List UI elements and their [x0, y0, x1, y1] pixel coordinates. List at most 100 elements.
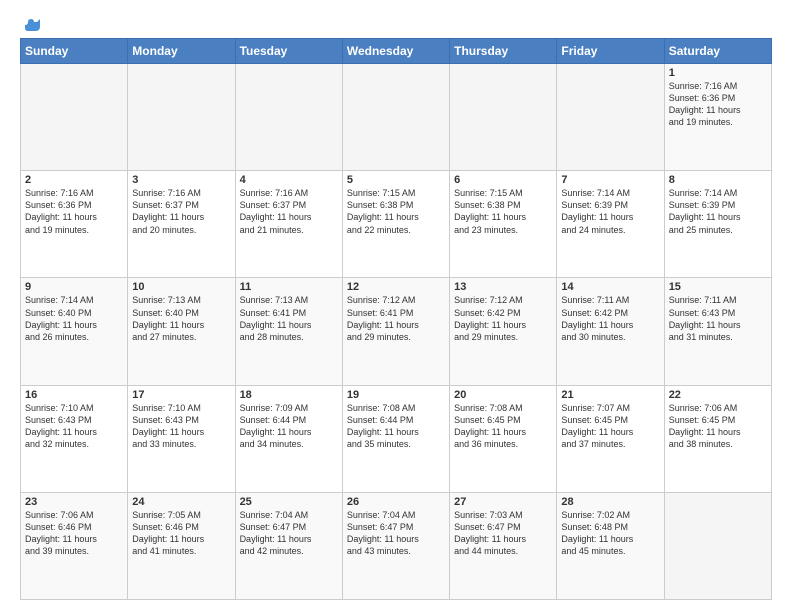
day-number: 12 [347, 281, 445, 293]
day-info: Sunrise: 7:15 AM Sunset: 6:38 PM Dayligh… [347, 187, 445, 236]
day-info: Sunrise: 7:10 AM Sunset: 6:43 PM Dayligh… [25, 402, 123, 451]
calendar-cell: 9Sunrise: 7:14 AM Sunset: 6:40 PM Daylig… [21, 278, 128, 385]
day-info: Sunrise: 7:12 AM Sunset: 6:41 PM Dayligh… [347, 294, 445, 343]
day-info: Sunrise: 7:14 AM Sunset: 6:39 PM Dayligh… [669, 187, 767, 236]
day-info: Sunrise: 7:16 AM Sunset: 6:36 PM Dayligh… [669, 80, 767, 129]
calendar-cell: 4Sunrise: 7:16 AM Sunset: 6:37 PM Daylig… [235, 171, 342, 278]
day-number: 8 [669, 174, 767, 186]
calendar-cell: 11Sunrise: 7:13 AM Sunset: 6:41 PM Dayli… [235, 278, 342, 385]
day-info: Sunrise: 7:04 AM Sunset: 6:47 PM Dayligh… [240, 509, 338, 558]
calendar-cell: 16Sunrise: 7:10 AM Sunset: 6:43 PM Dayli… [21, 385, 128, 492]
calendar-cell [450, 64, 557, 171]
calendar-cell: 24Sunrise: 7:05 AM Sunset: 6:46 PM Dayli… [128, 492, 235, 599]
calendar-cell: 20Sunrise: 7:08 AM Sunset: 6:45 PM Dayli… [450, 385, 557, 492]
day-number: 15 [669, 281, 767, 293]
day-number: 17 [132, 389, 230, 401]
calendar: SundayMondayTuesdayWednesdayThursdayFrid… [20, 38, 772, 600]
calendar-cell: 25Sunrise: 7:04 AM Sunset: 6:47 PM Dayli… [235, 492, 342, 599]
day-number: 11 [240, 281, 338, 293]
day-number: 3 [132, 174, 230, 186]
day-info: Sunrise: 7:07 AM Sunset: 6:45 PM Dayligh… [561, 402, 659, 451]
day-number: 14 [561, 281, 659, 293]
calendar-cell [557, 64, 664, 171]
day-number: 22 [669, 389, 767, 401]
day-number: 19 [347, 389, 445, 401]
day-info: Sunrise: 7:12 AM Sunset: 6:42 PM Dayligh… [454, 294, 552, 343]
day-info: Sunrise: 7:02 AM Sunset: 6:48 PM Dayligh… [561, 509, 659, 558]
calendar-cell: 8Sunrise: 7:14 AM Sunset: 6:39 PM Daylig… [664, 171, 771, 278]
calendar-cell: 28Sunrise: 7:02 AM Sunset: 6:48 PM Dayli… [557, 492, 664, 599]
day-info: Sunrise: 7:14 AM Sunset: 6:39 PM Dayligh… [561, 187, 659, 236]
calendar-cell: 19Sunrise: 7:08 AM Sunset: 6:44 PM Dayli… [342, 385, 449, 492]
day-info: Sunrise: 7:15 AM Sunset: 6:38 PM Dayligh… [454, 187, 552, 236]
weekday-header-tuesday: Tuesday [235, 39, 342, 64]
day-info: Sunrise: 7:06 AM Sunset: 6:46 PM Dayligh… [25, 509, 123, 558]
weekday-header-thursday: Thursday [450, 39, 557, 64]
calendar-cell: 2Sunrise: 7:16 AM Sunset: 6:36 PM Daylig… [21, 171, 128, 278]
day-number: 5 [347, 174, 445, 186]
weekday-header-monday: Monday [128, 39, 235, 64]
calendar-cell: 3Sunrise: 7:16 AM Sunset: 6:37 PM Daylig… [128, 171, 235, 278]
weekday-header-friday: Friday [557, 39, 664, 64]
calendar-cell: 1Sunrise: 7:16 AM Sunset: 6:36 PM Daylig… [664, 64, 771, 171]
day-number: 16 [25, 389, 123, 401]
day-info: Sunrise: 7:16 AM Sunset: 6:36 PM Dayligh… [25, 187, 123, 236]
calendar-cell: 22Sunrise: 7:06 AM Sunset: 6:45 PM Dayli… [664, 385, 771, 492]
day-number: 6 [454, 174, 552, 186]
day-number: 21 [561, 389, 659, 401]
calendar-cell: 21Sunrise: 7:07 AM Sunset: 6:45 PM Dayli… [557, 385, 664, 492]
calendar-cell: 7Sunrise: 7:14 AM Sunset: 6:39 PM Daylig… [557, 171, 664, 278]
calendar-cell: 27Sunrise: 7:03 AM Sunset: 6:47 PM Dayli… [450, 492, 557, 599]
weekday-header-sunday: Sunday [21, 39, 128, 64]
day-number: 26 [347, 496, 445, 508]
page: SundayMondayTuesdayWednesdayThursdayFrid… [0, 0, 792, 612]
day-number: 25 [240, 496, 338, 508]
weekday-header-row: SundayMondayTuesdayWednesdayThursdayFrid… [21, 39, 772, 64]
weekday-header-saturday: Saturday [664, 39, 771, 64]
day-number: 7 [561, 174, 659, 186]
calendar-cell: 6Sunrise: 7:15 AM Sunset: 6:38 PM Daylig… [450, 171, 557, 278]
week-row-2: 2Sunrise: 7:16 AM Sunset: 6:36 PM Daylig… [21, 171, 772, 278]
day-number: 28 [561, 496, 659, 508]
week-row-3: 9Sunrise: 7:14 AM Sunset: 6:40 PM Daylig… [21, 278, 772, 385]
day-number: 2 [25, 174, 123, 186]
calendar-cell: 15Sunrise: 7:11 AM Sunset: 6:43 PM Dayli… [664, 278, 771, 385]
day-info: Sunrise: 7:11 AM Sunset: 6:42 PM Dayligh… [561, 294, 659, 343]
logo [20, 18, 40, 30]
weekday-header-wednesday: Wednesday [342, 39, 449, 64]
calendar-cell [128, 64, 235, 171]
calendar-cell: 14Sunrise: 7:11 AM Sunset: 6:42 PM Dayli… [557, 278, 664, 385]
day-number: 20 [454, 389, 552, 401]
day-info: Sunrise: 7:14 AM Sunset: 6:40 PM Dayligh… [25, 294, 123, 343]
calendar-cell: 18Sunrise: 7:09 AM Sunset: 6:44 PM Dayli… [235, 385, 342, 492]
calendar-cell [664, 492, 771, 599]
day-info: Sunrise: 7:10 AM Sunset: 6:43 PM Dayligh… [132, 402, 230, 451]
day-info: Sunrise: 7:16 AM Sunset: 6:37 PM Dayligh… [240, 187, 338, 236]
calendar-cell [21, 64, 128, 171]
day-number: 18 [240, 389, 338, 401]
day-number: 23 [25, 496, 123, 508]
day-number: 24 [132, 496, 230, 508]
day-number: 4 [240, 174, 338, 186]
day-info: Sunrise: 7:03 AM Sunset: 6:47 PM Dayligh… [454, 509, 552, 558]
day-number: 1 [669, 67, 767, 79]
day-info: Sunrise: 7:08 AM Sunset: 6:44 PM Dayligh… [347, 402, 445, 451]
day-info: Sunrise: 7:08 AM Sunset: 6:45 PM Dayligh… [454, 402, 552, 451]
calendar-cell: 12Sunrise: 7:12 AM Sunset: 6:41 PM Dayli… [342, 278, 449, 385]
calendar-cell: 10Sunrise: 7:13 AM Sunset: 6:40 PM Dayli… [128, 278, 235, 385]
week-row-1: 1Sunrise: 7:16 AM Sunset: 6:36 PM Daylig… [21, 64, 772, 171]
logo-icon [22, 16, 40, 34]
day-number: 13 [454, 281, 552, 293]
day-info: Sunrise: 7:13 AM Sunset: 6:40 PM Dayligh… [132, 294, 230, 343]
day-number: 9 [25, 281, 123, 293]
day-info: Sunrise: 7:06 AM Sunset: 6:45 PM Dayligh… [669, 402, 767, 451]
week-row-5: 23Sunrise: 7:06 AM Sunset: 6:46 PM Dayli… [21, 492, 772, 599]
header [20, 18, 772, 30]
day-info: Sunrise: 7:05 AM Sunset: 6:46 PM Dayligh… [132, 509, 230, 558]
day-info: Sunrise: 7:09 AM Sunset: 6:44 PM Dayligh… [240, 402, 338, 451]
calendar-cell: 5Sunrise: 7:15 AM Sunset: 6:38 PM Daylig… [342, 171, 449, 278]
day-info: Sunrise: 7:13 AM Sunset: 6:41 PM Dayligh… [240, 294, 338, 343]
calendar-cell: 13Sunrise: 7:12 AM Sunset: 6:42 PM Dayli… [450, 278, 557, 385]
day-number: 27 [454, 496, 552, 508]
day-info: Sunrise: 7:11 AM Sunset: 6:43 PM Dayligh… [669, 294, 767, 343]
